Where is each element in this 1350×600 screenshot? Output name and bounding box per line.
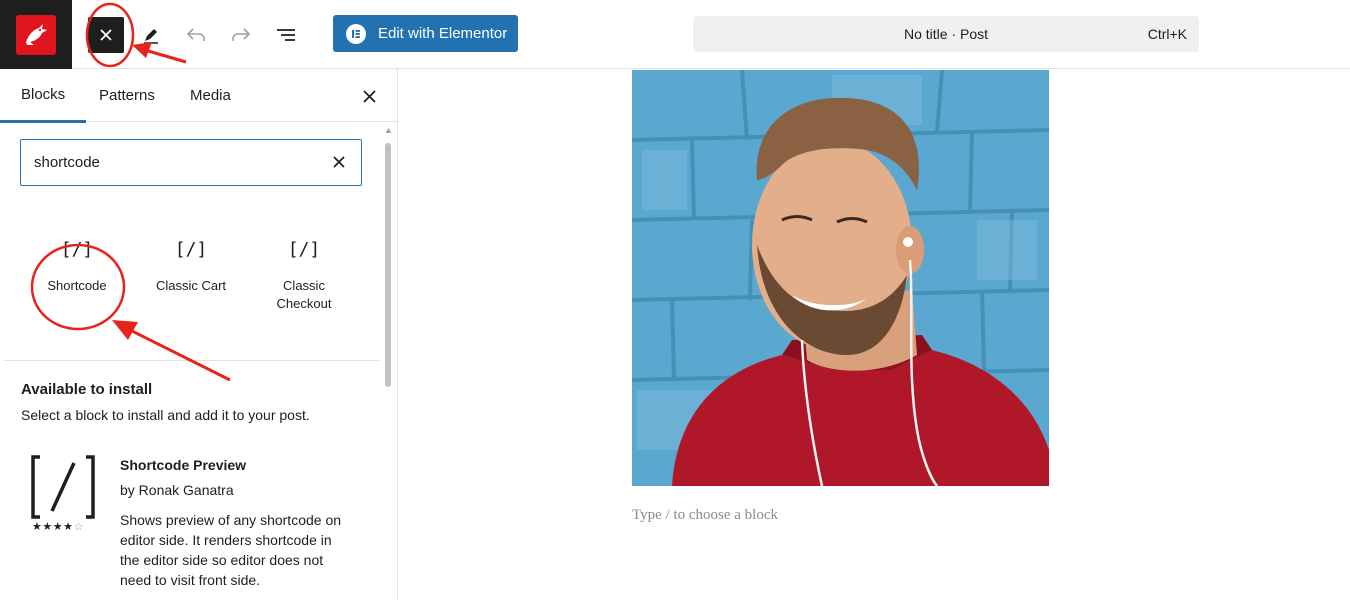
tab-media[interactable]: Media bbox=[190, 69, 231, 122]
redo-icon bbox=[232, 28, 251, 41]
site-logo-button[interactable] bbox=[0, 0, 72, 69]
tab-label: Patterns bbox=[99, 87, 155, 104]
star-icon: ★ bbox=[32, 521, 43, 533]
inserter-tabs: Blocks Patterns Media bbox=[0, 69, 397, 123]
block-result-label: Classic Cart bbox=[155, 278, 227, 293]
block-inserter-panel: Blocks Patterns Media ▲ [/] Shortcode [/… bbox=[0, 69, 398, 600]
plugin-author: by Ronak Ganatra bbox=[120, 482, 234, 498]
pencil-icon bbox=[144, 29, 158, 44]
block-result-label: Classic Checkout bbox=[276, 278, 332, 311]
star-icon: ★ bbox=[52, 521, 64, 533]
shortcode-icon: [/] bbox=[287, 239, 321, 260]
star-icon: ★ bbox=[63, 521, 74, 533]
star-rating: ★★★★☆ bbox=[32, 520, 84, 533]
redo-button[interactable] bbox=[223, 17, 259, 53]
section-divider bbox=[4, 360, 379, 361]
command-palette-bar[interactable]: No title · Post Ctrl+K bbox=[693, 16, 1199, 52]
close-panel-button[interactable] bbox=[356, 83, 382, 109]
empty-star-icon: ☆ bbox=[73, 521, 84, 533]
close-icon bbox=[100, 29, 112, 41]
block-placeholder[interactable]: Type / to choose a block bbox=[632, 507, 778, 524]
tab-label: Blocks bbox=[21, 86, 66, 103]
plugin-name: Shortcode Preview bbox=[120, 457, 247, 473]
man-with-earphones-photo bbox=[632, 70, 1049, 486]
scroll-thumb[interactable] bbox=[385, 143, 391, 387]
panel-scrollbar[interactable]: ▲ bbox=[384, 125, 393, 600]
shortcode-preview-icon bbox=[30, 455, 96, 519]
available-to-install-heading: Available to install bbox=[21, 381, 153, 398]
undo-button[interactable] bbox=[178, 17, 214, 53]
tab-label: Media bbox=[190, 87, 231, 104]
edit-with-elementor-button[interactable]: Edit with Elementor bbox=[333, 15, 518, 52]
close-icon bbox=[362, 89, 376, 103]
tab-patterns[interactable]: Patterns bbox=[99, 69, 155, 122]
editor-canvas: Type / to choose a block bbox=[398, 69, 1350, 600]
plugin-result-shortcode-preview[interactable]: ★★★★☆ Shortcode Preview by Ronak Ganatra… bbox=[20, 451, 360, 600]
tools-button[interactable] bbox=[133, 17, 169, 53]
block-result-label: Shortcode bbox=[47, 278, 107, 293]
block-result-classic-checkout[interactable]: [/] Classic Checkout bbox=[249, 239, 359, 313]
list-view-icon bbox=[277, 29, 295, 41]
plugin-description: Shows preview of any shortcode on editor… bbox=[120, 512, 342, 588]
keyboard-shortcut: Ctrl+K bbox=[1147, 26, 1187, 42]
close-inserter-button[interactable] bbox=[88, 17, 124, 53]
shortcode-icon: [/] bbox=[174, 239, 208, 260]
undo-icon bbox=[186, 28, 205, 41]
clear-search-button[interactable] bbox=[329, 152, 349, 172]
search-input[interactable] bbox=[34, 154, 314, 171]
tab-blocks[interactable]: Blocks bbox=[0, 69, 87, 123]
available-to-install-subtitle: Select a block to install and add it to … bbox=[21, 407, 310, 423]
star-icon: ★ bbox=[42, 521, 53, 533]
dragon-logo-icon bbox=[16, 14, 56, 55]
post-title: No title · Post bbox=[903, 26, 989, 42]
document-overview-button[interactable] bbox=[268, 17, 304, 53]
close-icon bbox=[333, 156, 345, 168]
block-result-classic-cart[interactable]: [/] Classic Cart bbox=[136, 239, 246, 295]
elementor-icon bbox=[346, 23, 366, 44]
elementor-label: Edit with Elementor bbox=[378, 25, 508, 42]
editor-toolbar: Edit with Elementor No title · Post Ctrl… bbox=[0, 0, 1350, 69]
image-block[interactable] bbox=[632, 70, 1049, 486]
shortcode-icon: [/] bbox=[60, 239, 94, 260]
block-result-shortcode[interactable]: [/] Shortcode bbox=[22, 239, 132, 295]
block-search-field[interactable] bbox=[20, 139, 362, 186]
scroll-up-arrow-icon[interactable]: ▲ bbox=[384, 125, 393, 135]
